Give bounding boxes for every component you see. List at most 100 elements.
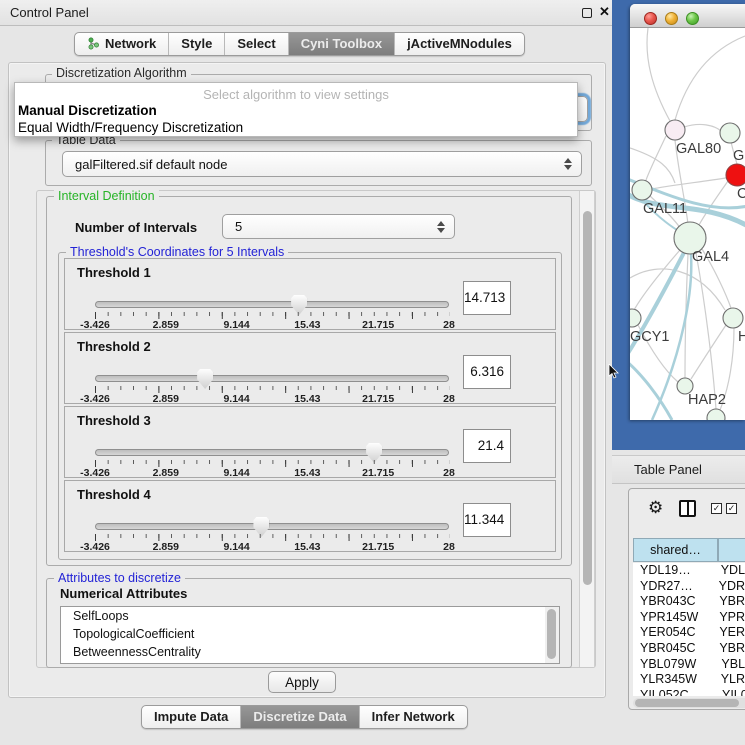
cell-name: YBR0	[712, 594, 745, 610]
minimize-traffic-light-icon[interactable]	[665, 12, 678, 25]
threshold-slider[interactable]	[95, 375, 449, 382]
close-traffic-light-icon[interactable]	[644, 12, 657, 25]
table-row[interactable]: YER054CYER0	[633, 625, 745, 641]
cell-name: YBL0	[714, 657, 745, 673]
settings-vertical-scrollbar[interactable]	[579, 191, 595, 667]
scale-label: 9.144	[223, 319, 249, 331]
threshold-value-field[interactable]: 21.4	[463, 429, 511, 463]
scale-label: 21.715	[362, 467, 394, 479]
cell-shared-name: YBL079W	[633, 657, 714, 673]
table-row[interactable]: YDL19…YDL1	[633, 563, 745, 579]
threshold-label: Threshold 2	[77, 339, 151, 354]
scrollbar-thumb[interactable]	[583, 211, 592, 585]
control-panel-titlebar	[0, 0, 612, 26]
threshold-value-field[interactable]: 11.344	[463, 503, 511, 537]
scale-label: 28	[443, 541, 455, 553]
cell-shared-name: YIL052C	[633, 688, 715, 696]
table-rows[interactable]: YDL19…YDL1YDR27…YDR2YBR043CYBR0YPR145WYP…	[633, 563, 745, 696]
column-header-shared[interactable]: shared…	[633, 538, 718, 562]
numerical-attributes-listbox[interactable]: SelfLoopsTopologicalCoefficientBetweenne…	[60, 606, 560, 664]
threshold-slider[interactable]	[95, 449, 449, 456]
float-window-icon[interactable]	[582, 8, 592, 18]
threshold-slider[interactable]	[95, 523, 449, 530]
table-row[interactable]: YDR27…YDR2	[633, 579, 745, 595]
tab-jactivemnodules[interactable]: jActiveMNodules	[395, 33, 524, 55]
network-view-window[interactable]: GAL80 G. GAL11 C GAL4 GCY1 H HAP2	[630, 4, 745, 420]
panel-title: Control Panel	[10, 5, 89, 20]
table-row[interactable]: YBR043CYBR0	[633, 594, 745, 610]
node-g[interactable]	[720, 123, 740, 143]
threshold-label: Threshold 3	[77, 413, 151, 428]
node-gal80[interactable]	[665, 120, 685, 140]
scale-label: 2.859	[153, 541, 179, 553]
table-row[interactable]: YIL052CYIL0	[633, 688, 745, 696]
tab-discretize-data[interactable]: Discretize Data	[241, 706, 359, 728]
tab-select[interactable]: Select	[225, 33, 288, 55]
tab-infer-network[interactable]: Infer Network	[360, 706, 467, 728]
table-row[interactable]: YBR045CYBR0	[633, 641, 745, 657]
scrollbar-thumb[interactable]	[547, 609, 556, 659]
scrollbar-thumb[interactable]	[635, 699, 739, 707]
apply-button[interactable]: Apply	[268, 671, 336, 693]
dropdown-option-equal-width[interactable]: Equal Width/Frequency Discretization	[18, 120, 243, 135]
node-gal11[interactable]	[632, 180, 652, 200]
scale-label: 9.144	[223, 393, 249, 405]
algorithm-dropdown: Select algorithm to view settings Manual…	[14, 82, 578, 137]
checkbox-icon[interactable]: ✓	[711, 503, 722, 514]
node-selected-red[interactable]	[726, 164, 745, 186]
threshold-value-field[interactable]: 14.713	[463, 281, 511, 315]
slider-major-ticks	[95, 386, 450, 393]
zoom-traffic-light-icon[interactable]	[686, 12, 699, 25]
threshold-slider[interactable]	[95, 301, 449, 308]
cell-shared-name: YLR345W	[633, 672, 714, 688]
attributes-scrollbar[interactable]	[545, 607, 559, 663]
network-icon	[87, 37, 100, 50]
tab-cyni-toolbox[interactable]: Cyni Toolbox	[289, 33, 395, 55]
table-horizontal-scrollbar[interactable]	[633, 698, 745, 708]
tab-network[interactable]: Network	[75, 33, 169, 55]
threshold-row: Threshold 2 -3.4262.8599.14415.4321.7152…	[64, 332, 556, 404]
table-row[interactable]: YLR345WYLR3	[633, 672, 745, 688]
gear-icon[interactable]: ⚙	[648, 498, 663, 518]
list-item[interactable]: SelfLoops	[61, 607, 559, 625]
checkbox-icon[interactable]: ✓	[726, 503, 737, 514]
node-partial[interactable]	[707, 409, 725, 420]
node-h[interactable]	[723, 308, 743, 328]
list-item[interactable]: TopologicalCoefficient	[61, 625, 559, 643]
table-panel-title: Table Panel	[634, 462, 702, 477]
scale-label: -3.426	[80, 467, 110, 479]
threshold-label: Threshold 4	[77, 487, 151, 502]
number-of-intervals-combobox[interactable]: 5	[222, 214, 455, 239]
numerical-attributes-label: Numerical Attributes	[60, 586, 187, 601]
cell-name: YER0	[712, 625, 745, 641]
split-columns-icon[interactable]	[679, 500, 696, 517]
table-row[interactable]: YBL079WYBL0	[633, 657, 745, 673]
node-gcy1[interactable]	[630, 309, 641, 327]
scale-label: 2.859	[153, 393, 179, 405]
node-label: H	[738, 329, 745, 345]
scale-label: 28	[443, 393, 455, 405]
cell-name: YBR0	[712, 641, 745, 657]
threshold-row: Threshold 3 -3.4262.8599.14415.4321.7152…	[64, 406, 556, 478]
list-item[interactable]: BetweennessCentrality	[61, 643, 559, 661]
top-tabbar: Network Style Select Cyni Toolbox jActiv…	[74, 32, 525, 56]
close-icon[interactable]: ✕	[599, 4, 610, 20]
thresholds-list: Threshold 1 -3.4262.8599.14415.4321.7152…	[58, 258, 562, 558]
slider-scale-labels: -3.4262.8599.14415.4321.71528	[95, 541, 449, 553]
cell-name: YIL0	[715, 688, 745, 696]
slider-scale-labels: -3.4262.8599.14415.4321.71528	[95, 319, 449, 331]
column-header-name[interactable]: n	[718, 538, 745, 562]
scale-label: 15.43	[294, 541, 320, 553]
node-label: GAL4	[692, 249, 729, 265]
slider-major-ticks	[95, 312, 450, 319]
threshold-value-field[interactable]: 6.316	[463, 355, 511, 389]
scale-label: 15.43	[294, 319, 320, 331]
dropdown-option-manual[interactable]: Manual Discretization	[18, 103, 157, 118]
tab-impute-data[interactable]: Impute Data	[142, 706, 241, 728]
tab-style[interactable]: Style	[169, 33, 225, 55]
cell-name: YLR3	[714, 672, 745, 688]
bottom-tabbar: Impute Data Discretize Data Infer Networ…	[141, 705, 468, 729]
network-canvas[interactable]: GAL80 G. GAL11 C GAL4 GCY1 H HAP2	[630, 28, 745, 420]
table-data-combobox[interactable]: galFiltered.sif default node	[62, 151, 582, 177]
table-row[interactable]: YPR145WYPR1	[633, 610, 745, 626]
